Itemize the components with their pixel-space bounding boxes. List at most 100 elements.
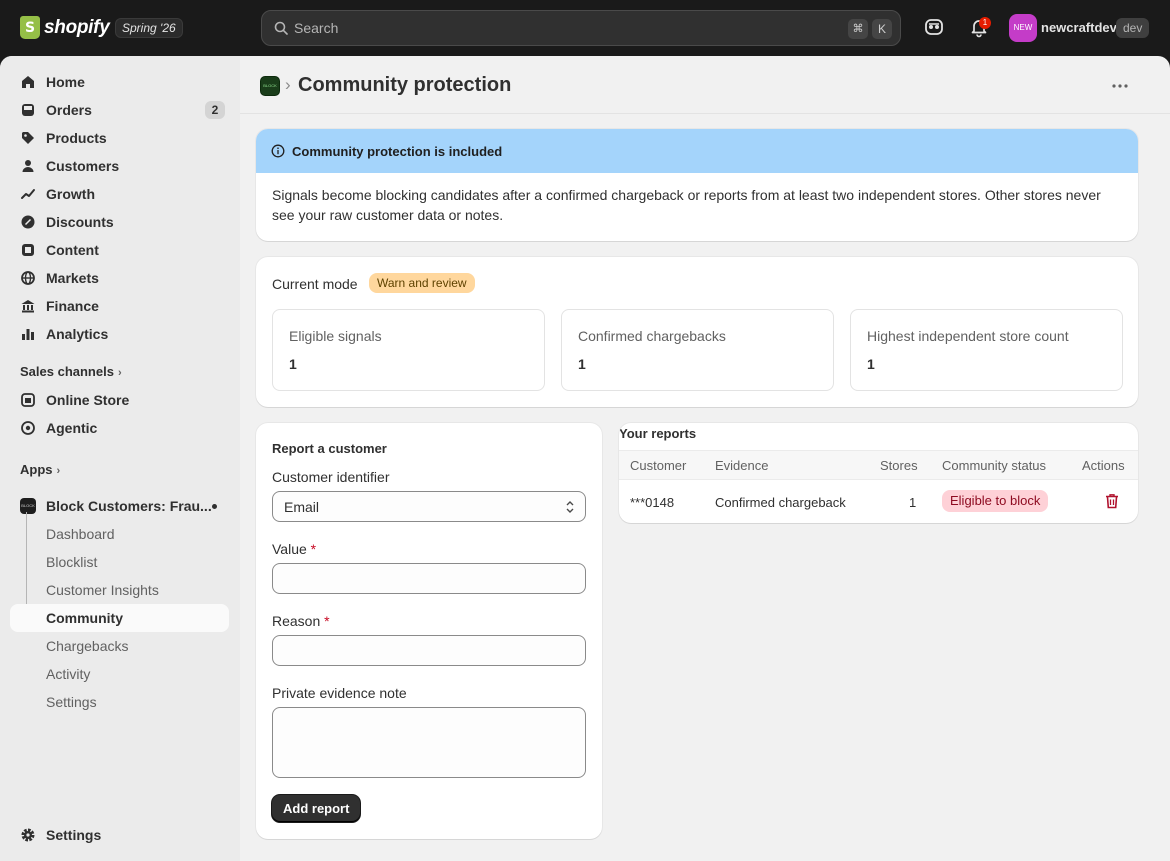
stat-highest-store-count: Highest independent store count 1 [850,309,1123,391]
sidekick-icon[interactable] [923,16,945,38]
column-header: Evidence [715,458,769,473]
sidebar-item-online-store[interactable]: Online Store [10,386,229,414]
trash-icon[interactable] [1105,493,1119,509]
avatar[interactable]: NEW [1009,14,1037,42]
column-header: Stores [880,458,918,473]
sales-channels-heading[interactable]: Sales channels › [20,364,122,379]
notification-badge: 1 [979,17,991,29]
identifier-label: Customer identifier [272,469,390,485]
value-label: Value * [272,541,316,557]
banner-title: Community protection is included [292,144,503,159]
banner-text: Signals become blocking candidates after… [272,187,1101,223]
subitem-label: Settings [46,694,97,710]
search-placeholder: Search [294,20,339,36]
sidebar-item-label: Growth [46,186,95,202]
sidebar-item-label: Customers [46,158,120,174]
sidebar-item-customers[interactable]: Customers [10,152,229,180]
sidebar-subitem-chargebacks[interactable]: Chargebacks [10,632,229,660]
search-bar[interactable]: Search ⌘ K [261,10,901,46]
discount-icon [21,215,35,229]
sidebar-item-label: Analytics [46,326,109,342]
sidebar-item-discounts[interactable]: Discounts [10,208,229,236]
sidebar-subitem-activity[interactable]: Activity [10,660,229,688]
sidebar-item-label: Finance [46,298,99,314]
reports-title: Your reports [619,426,697,441]
app-frame: Home Orders 2 Products Customers Growth … [0,56,1170,861]
subitem-label: Activity [46,666,91,682]
orders-count-badge: 2 [205,101,225,119]
sidebar-item-finance[interactable]: Finance [10,292,229,320]
edition-badge[interactable]: Spring '26 [115,18,183,38]
form-title: Report a customer [272,441,387,456]
shortcut-command-key: ⌘ [848,19,868,39]
sidebar-item-label: Discounts [46,214,114,230]
shortcut-k-key: K [872,19,892,39]
select-value: Email [284,499,320,515]
top-bar: shopify Spring '26 Search ⌘ K 1 NEW newc… [0,0,1170,56]
sidebar-item-markets[interactable]: Markets [10,264,229,292]
sidebar: Home Orders 2 Products Customers Growth … [0,56,240,861]
app-pin-dot[interactable] [212,504,217,509]
sidebar-item-content[interactable]: Content [10,236,229,264]
subitem-label: Customer Insights [46,582,159,598]
sidebar-item-agentic[interactable]: Agentic [10,414,229,442]
customer-identifier-select[interactable]: Email [272,491,586,522]
sidebar-item-analytics[interactable]: Analytics [10,320,229,348]
your-reports-card: Your reports Customer Evidence Stores Co… [619,423,1138,523]
sidebar-item-label: Agentic [46,420,98,436]
stat-label: Highest independent store count [867,328,1069,344]
subitem-label: Chargebacks [46,638,129,654]
app-thumbnail: BLOCK [20,498,36,514]
sidebar-item-growth[interactable]: Growth [10,180,229,208]
value-label-text: Value [272,541,307,557]
shop-name[interactable]: newcraftdev [1041,20,1117,35]
value-input[interactable] [272,563,586,594]
required-mark: * [310,541,317,557]
breadcrumb-app-icon[interactable]: BLOCK [260,76,280,96]
current-mode-label: Current mode [272,276,358,292]
reason-input[interactable] [272,635,586,666]
reason-label: Reason * [272,613,330,629]
evidence-note-textarea[interactable] [272,707,586,778]
note-label: Private evidence note [272,685,407,701]
person-icon [22,160,34,172]
column-header: Actions [1082,458,1125,473]
sidebar-subitem-dashboard[interactable]: Dashboard [10,520,229,548]
agentic-icon [21,421,35,435]
breadcrumb-separator: › [285,75,291,94]
sidebar-subitem-customer-insights[interactable]: Customer Insights [10,576,229,604]
page-title: Community protection [298,74,512,96]
mode-badge: Warn and review [369,273,475,293]
cell-customer: ***0148 [630,495,675,510]
stat-value: 1 [867,356,875,372]
column-header: Community status [942,458,1047,473]
apps-label: Apps [20,462,53,477]
sidebar-item-label: Products [46,130,107,146]
report-customer-form: Report a customer Customer identifier Em… [256,423,602,839]
reason-label-text: Reason [272,613,321,629]
sidebar-item-products[interactable]: Products [10,124,229,152]
more-actions-icon[interactable] [1106,72,1134,100]
shopify-logo[interactable]: shopify [20,16,110,39]
sidebar-item-app[interactable]: BLOCK Block Customers: Frau... [10,492,229,520]
apps-heading[interactable]: Apps › [20,462,60,477]
sidebar-item-home[interactable]: Home [10,68,229,96]
chevron-right-icon: › [56,465,61,477]
sidebar-subitem-settings[interactable]: Settings [10,688,229,716]
add-report-button[interactable]: Add report [272,795,361,822]
info-icon [271,144,285,158]
sidebar-subitem-blocklist[interactable]: Blocklist [10,548,229,576]
select-chevron-icon [566,501,574,513]
sidebar-item-orders[interactable]: Orders 2 [10,96,229,124]
banner-header: Community protection is included [256,129,1138,173]
logo-text: shopify [44,16,110,38]
main-content: BLOCK › Community protection Community p… [240,56,1170,861]
stat-label: Confirmed chargebacks [578,328,726,344]
dev-store-tag: dev [1116,18,1150,38]
stat-value: 1 [289,356,297,372]
required-mark: * [324,613,330,629]
sidebar-subitem-community[interactable]: Community [10,604,229,632]
sidebar-item-settings[interactable]: Settings [10,821,229,849]
bank-icon [21,300,35,313]
sidebar-item-label: Markets [46,270,99,286]
